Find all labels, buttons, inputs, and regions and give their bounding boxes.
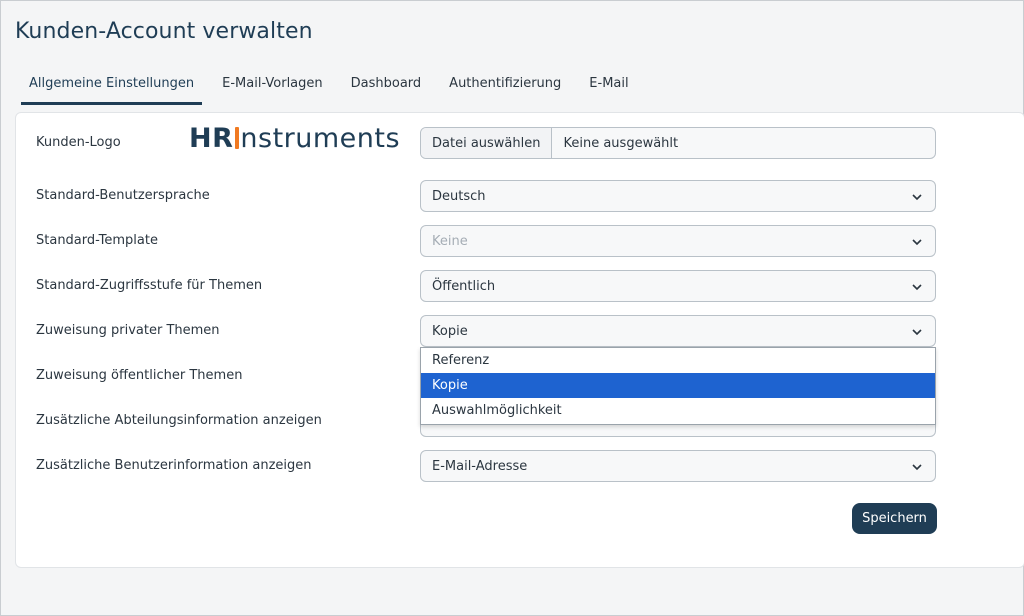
user-info-select[interactable]: E-Mail-Adresse <box>420 450 936 482</box>
private-assignment-dropdown: Referenz Kopie Auswahlmöglichkeit <box>420 347 936 425</box>
access-level-select[interactable]: Öffentlich <box>420 270 936 302</box>
page-title: Kunden-Account verwalten <box>15 19 313 44</box>
template-value: Keine <box>432 233 468 249</box>
chevron-down-icon <box>912 329 922 336</box>
logo-text-rest: nstruments <box>240 123 401 154</box>
chevron-down-icon <box>912 284 922 291</box>
language-value: Deutsch <box>432 188 486 204</box>
logo-text-bold: HR <box>189 123 234 154</box>
customer-logo: HR nstruments <box>189 123 400 154</box>
option-auswahlmoeglichkeit[interactable]: Auswahlmöglichkeit <box>421 398 935 423</box>
private-assignment-value: Kopie <box>432 323 468 339</box>
tab-dashboard[interactable]: Dashboard <box>343 61 430 105</box>
user-info-value: E-Mail-Adresse <box>432 458 528 474</box>
tab-general-settings[interactable]: Allgemeine Einstellungen <box>21 61 203 105</box>
access-level-value: Öffentlich <box>432 278 496 294</box>
app-frame: Kunden-Account verwalten Allgemeine Eins… <box>0 0 1024 616</box>
template-select[interactable]: Keine <box>420 225 936 257</box>
settings-card: Kunden-Logo HR nstruments Datei auswählen… <box>15 112 1024 568</box>
option-kopie[interactable]: Kopie <box>421 373 935 398</box>
save-button[interactable]: Speichern <box>852 503 937 534</box>
chevron-down-icon <box>912 239 922 246</box>
chevron-down-icon <box>912 464 922 471</box>
private-assignment-label: Zuweisung privater Themen <box>36 323 220 338</box>
tab-authentication[interactable]: Authentifizierung <box>441 61 569 105</box>
choose-file-button[interactable]: Datei auswählen <box>421 128 553 158</box>
access-level-label: Standard-Zugriffsstufe für Themen <box>36 278 263 293</box>
tab-email-templates[interactable]: E-Mail-Vorlagen <box>214 61 331 105</box>
file-status: Keine ausgewählt <box>563 135 679 151</box>
department-info-label: Zusätzliche Abteilungsinformation anzeig… <box>36 413 322 428</box>
public-assignment-label: Zuweisung öffentlicher Themen <box>36 368 243 383</box>
tab-bar: Allgemeine Einstellungen E-Mail-Vorlagen… <box>21 61 649 105</box>
language-select[interactable]: Deutsch <box>420 180 936 212</box>
language-label: Standard-Benutzersprache <box>36 188 210 203</box>
template-label: Standard-Template <box>36 233 158 248</box>
tab-email[interactable]: E-Mail <box>581 61 636 105</box>
option-referenz[interactable]: Referenz <box>421 348 935 373</box>
user-info-label: Zusätzliche Benutzerinformation anzeigen <box>36 458 312 473</box>
private-assignment-select[interactable]: Kopie <box>420 315 936 347</box>
logo-accent-bar <box>235 127 240 149</box>
logo-file-input[interactable]: Datei auswählen Keine ausgewählt <box>420 127 936 159</box>
chevron-down-icon <box>912 194 922 201</box>
customer-logo-label: Kunden-Logo <box>36 135 121 150</box>
